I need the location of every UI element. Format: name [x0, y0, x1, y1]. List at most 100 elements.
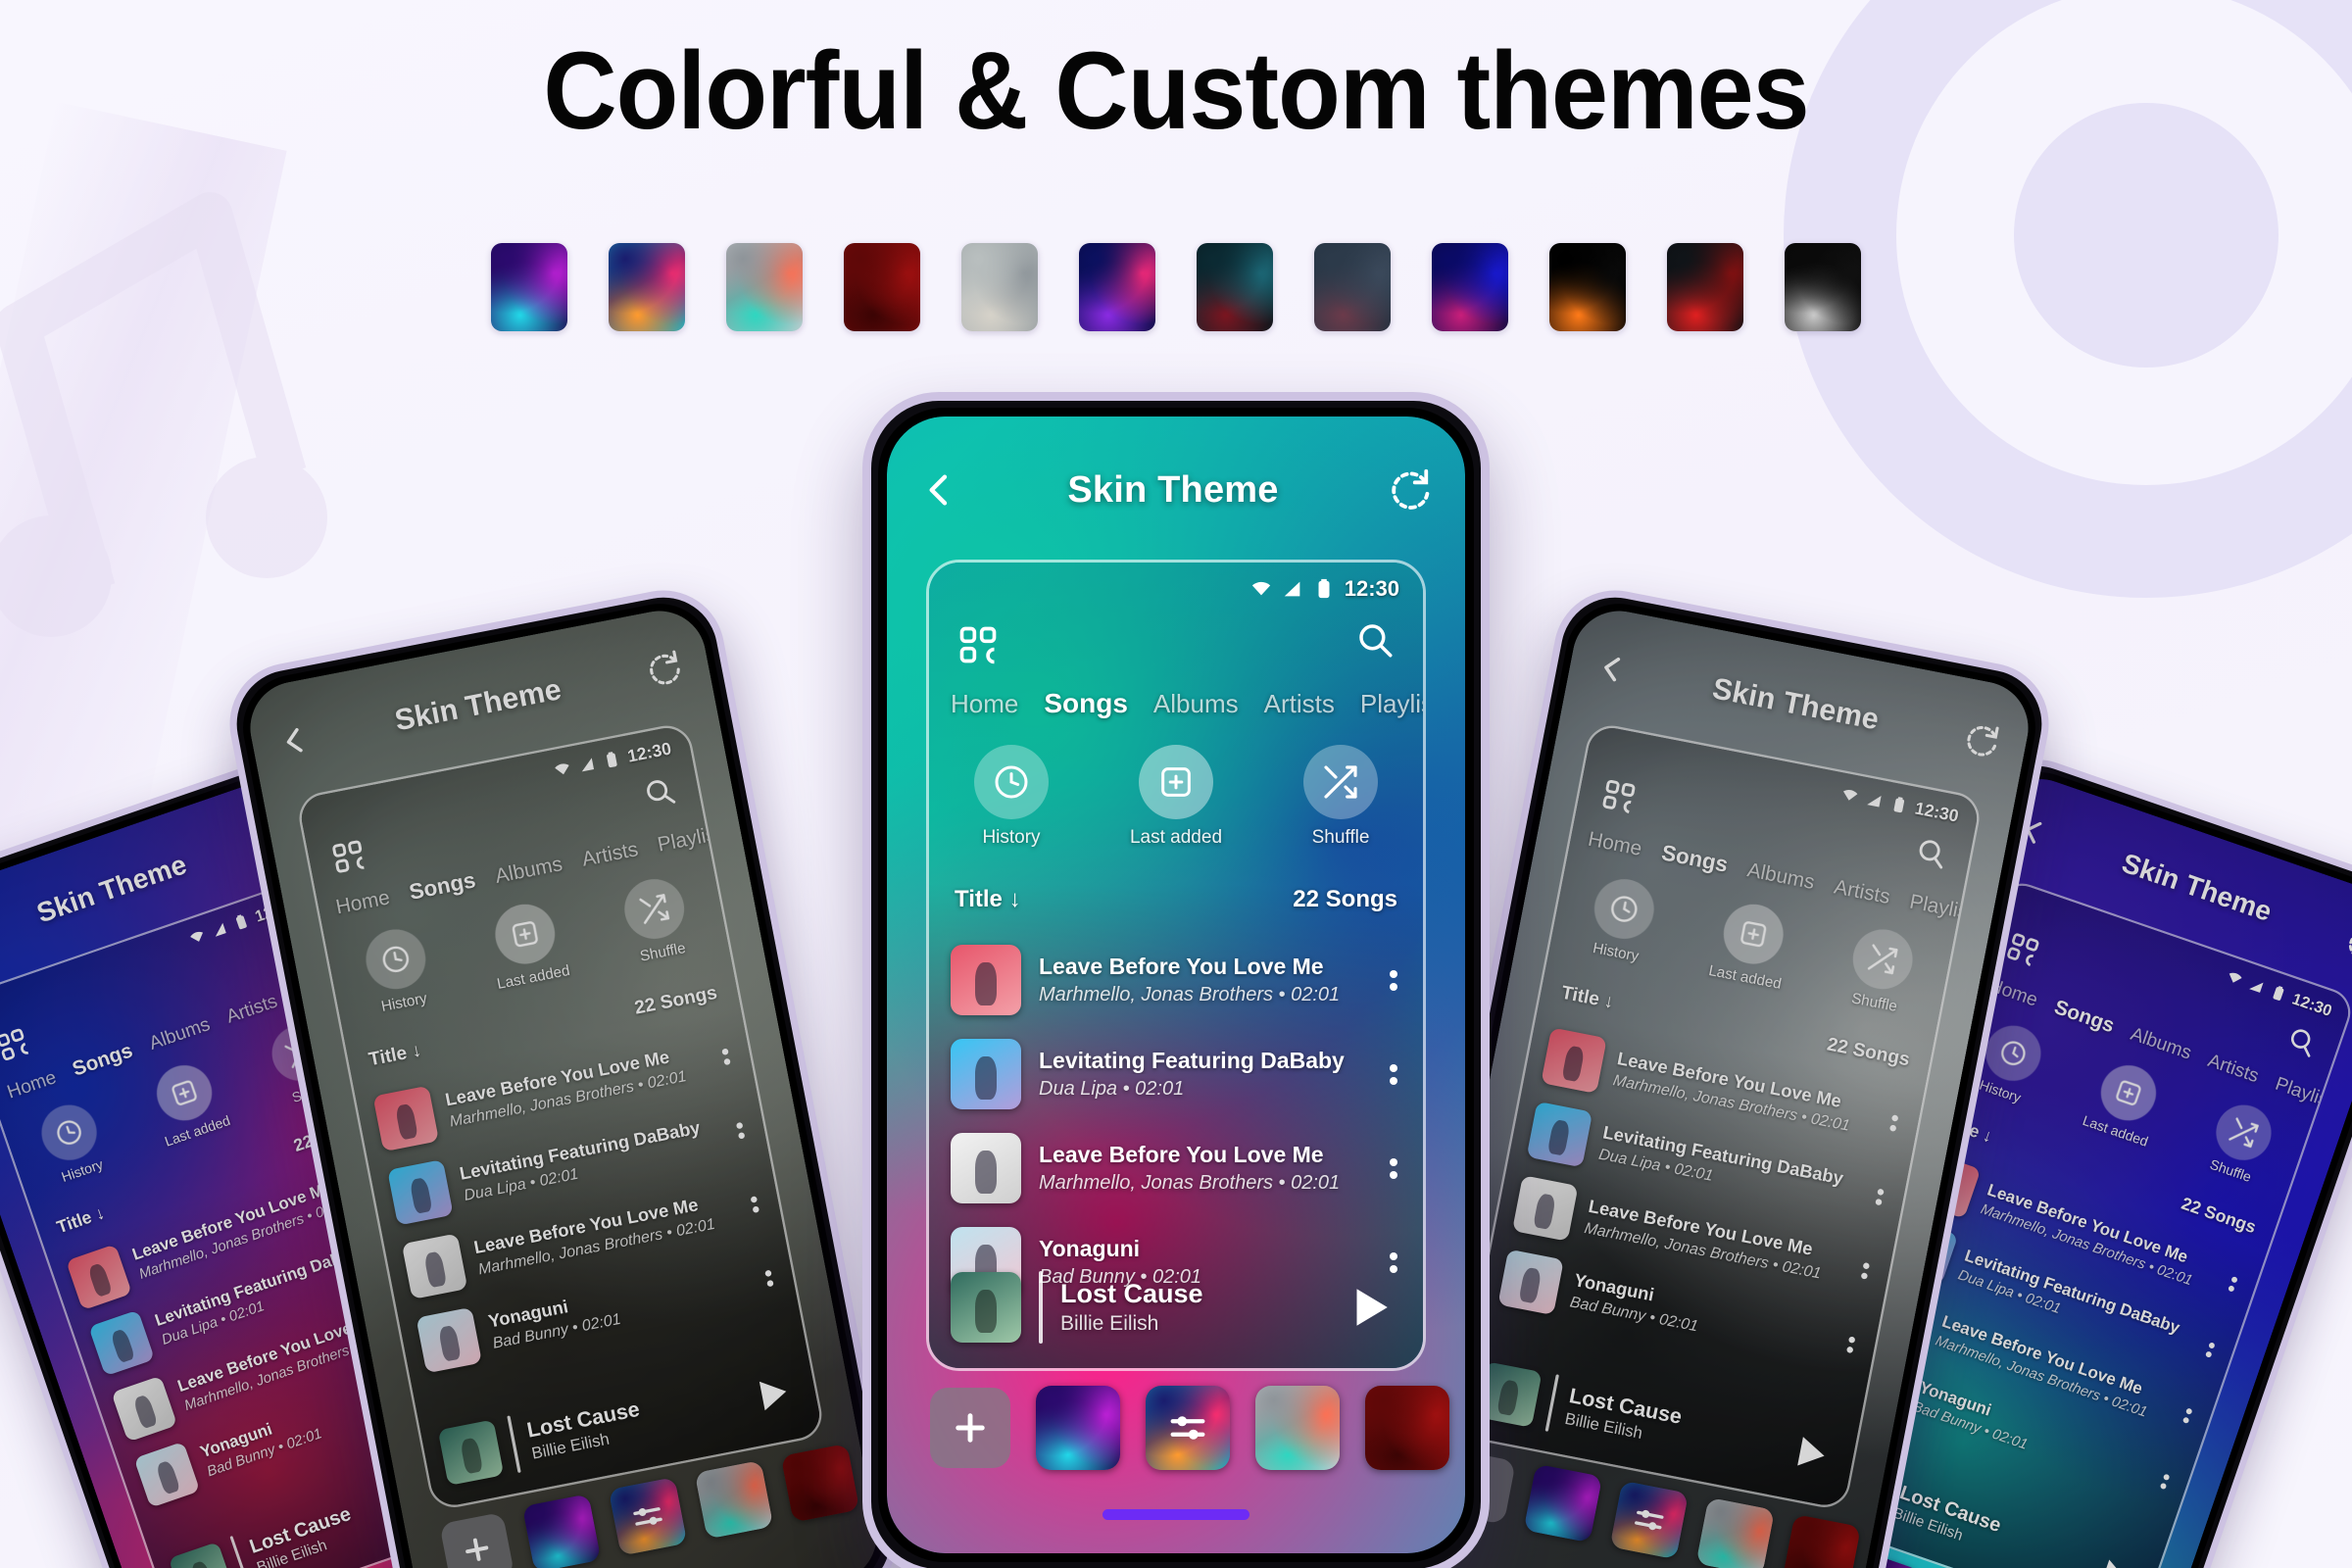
- thumb-bokeh-street[interactable]: [1255, 1386, 1340, 1470]
- song-row[interactable]: Levitating Featuring DaBaby Dua Lipa • 02…: [951, 1027, 1407, 1121]
- sort-control[interactable]: Title ↓: [955, 886, 1021, 913]
- now-playing-divider: [1039, 1271, 1043, 1344]
- quick-action-history[interactable]: History: [344, 921, 452, 1021]
- theme-swatch-moon-dark[interactable]: [1785, 243, 1861, 331]
- grid-menu-icon[interactable]: [1598, 776, 1639, 816]
- phone-bubbles-center: Skin Theme 12:30 Home Songs Albums Artists Pla…: [862, 392, 1490, 1568]
- thumb-neon-smoke[interactable]: [608, 1477, 688, 1556]
- refresh-icon[interactable]: [1960, 719, 2002, 761]
- quick-action-last-added[interactable]: Last added: [1697, 896, 1805, 996]
- album-art: [951, 1039, 1021, 1109]
- thumb-deep-red-wood[interactable]: [1782, 1513, 1862, 1568]
- add-theme-button[interactable]: [439, 1511, 515, 1568]
- more-vertical-icon[interactable]: [1390, 1153, 1397, 1184]
- song-subtitle: Marhmello, Jonas Brothers • 02:01: [1039, 984, 1341, 1005]
- play-icon[interactable]: [1787, 1430, 1833, 1476]
- quick-action-shuffle[interactable]: Shuffle: [1827, 921, 1935, 1021]
- theme-swatch-black-ember[interactable]: [1549, 243, 1626, 331]
- sliders-icon[interactable]: [609, 1477, 688, 1556]
- plus-square-icon: [490, 899, 561, 969]
- song-row[interactable]: Leave Before You Love Me Marhmello, Jonas…: [951, 1121, 1407, 1215]
- play-icon[interactable]: [2090, 1552, 2136, 1568]
- quick-action-last-added[interactable]: Last added: [473, 896, 581, 996]
- thumb-neon-smoke[interactable]: [1609, 1480, 1690, 1560]
- play-icon[interactable]: [749, 1371, 795, 1417]
- more-vertical-icon[interactable]: [2227, 1272, 2239, 1296]
- sliders-icon[interactable]: [1609, 1481, 1689, 1560]
- thumb-geometric-violet[interactable]: [1036, 1386, 1120, 1470]
- more-vertical-icon[interactable]: [720, 1044, 731, 1069]
- tab-songs[interactable]: Songs: [1044, 688, 1128, 719]
- theme-swatch-red-streaks[interactable]: [1667, 243, 1743, 331]
- theme-swatch-dark-teal-smoke[interactable]: [1197, 243, 1273, 331]
- status-time: 12:30: [1344, 576, 1399, 601]
- grid-menu-icon[interactable]: [956, 623, 1000, 666]
- theme-swatch-blue-magenta-poly[interactable]: [1432, 243, 1508, 331]
- now-playing-bar[interactable]: Lost Cause Billie Eilish: [951, 1256, 1407, 1358]
- add-theme-button[interactable]: [930, 1388, 1010, 1468]
- album-art: [1541, 1027, 1607, 1094]
- theme-swatch-neon-smoke[interactable]: [609, 243, 685, 331]
- theme-swatch-misty-grey[interactable]: [961, 243, 1038, 331]
- quick-action-shuffle[interactable]: Shuffle: [603, 871, 710, 971]
- now-playing-divider: [1544, 1374, 1559, 1432]
- music-note-watermark-icon: [0, 192, 327, 637]
- more-vertical-icon[interactable]: [2181, 1404, 2194, 1428]
- thumb-neon-smoke[interactable]: [1146, 1386, 1230, 1470]
- wifi-icon: [552, 760, 572, 780]
- grid-menu-icon[interactable]: [328, 836, 368, 876]
- tab-albums[interactable]: Albums: [1153, 689, 1239, 719]
- theme-swatch-magenta-light-ray[interactable]: [1079, 243, 1155, 331]
- search-icon[interactable]: [640, 773, 678, 811]
- theme-swatch-bokeh-street[interactable]: [726, 243, 803, 331]
- more-vertical-icon[interactable]: [735, 1118, 746, 1144]
- play-icon[interactable]: [1345, 1283, 1394, 1332]
- more-vertical-icon[interactable]: [2159, 1470, 2172, 1494]
- refresh-icon[interactable]: [1387, 467, 1432, 513]
- more-vertical-icon[interactable]: [2204, 1338, 2217, 1361]
- theme-swatch-geometric-violet[interactable]: [491, 243, 567, 331]
- more-vertical-icon[interactable]: [763, 1265, 774, 1291]
- tab-playlis[interactable]: Playlis: [1360, 689, 1423, 719]
- album-art: [372, 1085, 440, 1152]
- tab-home[interactable]: Home: [951, 689, 1018, 719]
- more-vertical-icon[interactable]: [1390, 965, 1397, 996]
- more-vertical-icon[interactable]: [1875, 1184, 1886, 1209]
- search-icon[interactable]: [1912, 834, 1950, 872]
- thumb-bokeh-street[interactable]: [1695, 1496, 1776, 1568]
- now-playing-art: [168, 1542, 235, 1568]
- sort-arrow-icon: ↓: [410, 1039, 423, 1062]
- theme-swatch-row: [0, 243, 2352, 331]
- thumb-geometric-violet[interactable]: [1523, 1463, 1603, 1544]
- quick-action-history[interactable]: History: [953, 745, 1070, 849]
- more-vertical-icon[interactable]: [1888, 1110, 1899, 1136]
- more-vertical-icon[interactable]: [1860, 1258, 1871, 1284]
- phone-bezel: Skin Theme 12:30 Home Songs Albums Artists Pla…: [878, 408, 1474, 1562]
- refresh-icon[interactable]: [643, 648, 685, 690]
- more-vertical-icon[interactable]: [750, 1192, 760, 1217]
- more-vertical-icon[interactable]: [1390, 1059, 1397, 1090]
- clock-icon: [974, 745, 1049, 819]
- quick-action-history[interactable]: History: [1568, 871, 1676, 971]
- tab-artists[interactable]: Artists: [1264, 689, 1335, 719]
- sort-arrow-icon: ↓: [1602, 990, 1616, 1013]
- quick-action-last-added[interactable]: Last added: [1117, 745, 1235, 849]
- thumb-geometric-violet[interactable]: [521, 1494, 602, 1568]
- theme-swatch-deep-red-wood[interactable]: [844, 243, 920, 331]
- back-button[interactable]: [920, 470, 959, 510]
- search-icon[interactable]: [1354, 619, 1396, 661]
- clock-icon: [361, 924, 431, 995]
- wifi-icon: [2225, 968, 2245, 989]
- thumb-bokeh-street[interactable]: [694, 1459, 774, 1540]
- theme-swatch-night-sky[interactable]: [1314, 243, 1391, 331]
- quick-action-shuffle[interactable]: Shuffle: [1282, 745, 1399, 849]
- thumb-deep-red-wood[interactable]: [780, 1443, 860, 1523]
- quick-actions: History Last added Shuffle: [929, 745, 1423, 849]
- phone-screen: Skin Theme 12:30 Home Songs Albums Artists Pla…: [887, 416, 1465, 1553]
- plus-square-icon: [1139, 745, 1213, 819]
- home-indicator: [1102, 1509, 1250, 1520]
- song-row[interactable]: Leave Before You Love Me Marhmello, Jonas…: [951, 933, 1407, 1027]
- more-vertical-icon[interactable]: [1845, 1332, 1856, 1357]
- sliders-icon[interactable]: [1146, 1386, 1230, 1470]
- thumb-deep-red-wood[interactable]: [1365, 1386, 1449, 1470]
